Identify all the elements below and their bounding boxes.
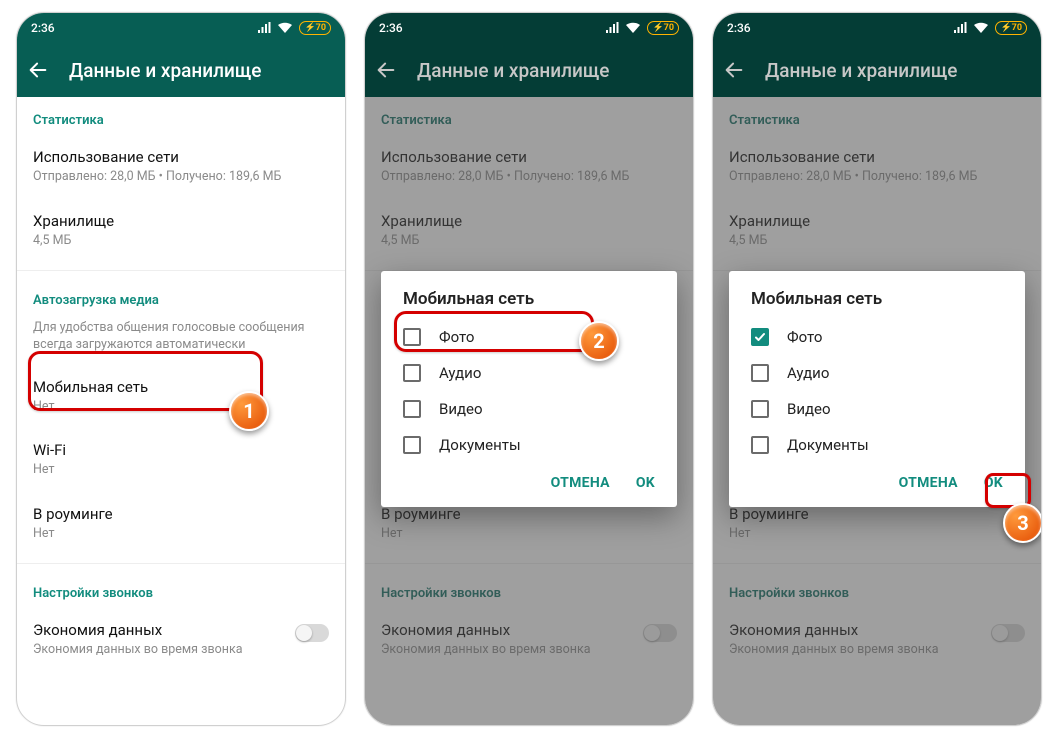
back-button[interactable] — [375, 59, 397, 81]
back-button[interactable] — [723, 59, 745, 81]
dialog-mobile-network: Мобильная сеть Фото Аудио Видео Документ… — [729, 271, 1025, 507]
divider — [17, 270, 345, 271]
checkbox-docs[interactable] — [751, 436, 769, 454]
checkbox-docs[interactable] — [403, 436, 421, 454]
item-data-saver[interactable]: Экономия данных Экономия данных во время… — [17, 609, 345, 671]
data-saver-sub: Экономия данных во время звонка — [33, 642, 243, 657]
signal-icon — [953, 22, 967, 34]
dialog-ok-button[interactable]: OK — [636, 475, 655, 491]
app-bar: Данные и хранилище — [713, 43, 1041, 97]
screen-3: 2:36 ⚡70 Данные и хранилище Статистика И… — [712, 12, 1042, 726]
dialog-mobile-network: Мобильная сеть Фото Аудио Видео Документ… — [381, 271, 677, 507]
data-saver-toggle[interactable] — [295, 624, 329, 642]
mobile-title: Мобильная сеть — [33, 378, 329, 396]
option-audio[interactable]: Аудио — [729, 355, 1025, 391]
step-badge-1: 1 — [229, 391, 269, 431]
dialog-title: Мобильная сеть — [729, 289, 1025, 319]
autoload-note: Для удобства общения голосовые сообщения… — [17, 316, 345, 366]
status-time: 2:36 — [31, 21, 55, 35]
status-time: 2:36 — [379, 21, 403, 35]
option-docs[interactable]: Документы — [729, 427, 1025, 463]
option-photo-label: Фото — [787, 328, 822, 346]
page-title: Данные и хранилище — [69, 59, 262, 82]
page-title: Данные и хранилище — [417, 59, 610, 82]
checkbox-video[interactable] — [403, 400, 421, 418]
page-title: Данные и хранилище — [765, 59, 958, 82]
roaming-sub: Нет — [33, 526, 329, 543]
dialog-cancel-button[interactable]: ОТМЕНА — [899, 475, 958, 491]
status-bar: 2:36 ⚡70 — [713, 13, 1041, 43]
data-saver-title: Экономия данных — [33, 621, 243, 639]
screen-2: 2:36 ⚡70 Данные и хранилище Статистика И… — [364, 12, 694, 726]
status-time: 2:36 — [727, 21, 751, 35]
wifi-icon — [277, 22, 293, 34]
status-bar: 2:36 ⚡70 — [17, 13, 345, 43]
signal-icon — [257, 22, 271, 34]
option-video-label: Видео — [787, 400, 831, 418]
section-calls: Настройки звонков — [17, 570, 345, 609]
battery-icon: ⚡70 — [995, 21, 1027, 35]
option-audio-label: Аудио — [787, 364, 829, 382]
option-docs-label: Документы — [439, 436, 521, 454]
wifi-sub: Нет — [33, 462, 329, 479]
dialog-ok-button[interactable]: OK — [984, 475, 1003, 491]
option-docs[interactable]: Документы — [381, 427, 677, 463]
option-video[interactable]: Видео — [729, 391, 1025, 427]
option-video-label: Видео — [439, 400, 483, 418]
checkbox-photo-checked[interactable] — [751, 328, 769, 346]
item-roaming[interactable]: В роуминге Нет — [17, 493, 345, 557]
signal-icon — [605, 22, 619, 34]
option-audio-label: Аудио — [439, 364, 481, 382]
checkbox-audio[interactable] — [403, 364, 421, 382]
wifi-title: Wi-Fi — [33, 441, 329, 459]
screen-1: 2:36 ⚡70 Данные и хранилище Статистика И… — [16, 12, 346, 726]
network-usage-sub: Отправлено: 28,0 МБ • Получено: 189,6 МБ — [33, 169, 329, 186]
divider — [17, 563, 345, 564]
item-mobile-network[interactable]: Мобильная сеть Нет — [17, 366, 345, 430]
checkbox-audio[interactable] — [751, 364, 769, 382]
step-badge-2: 2 — [579, 321, 619, 361]
mobile-sub: Нет — [33, 399, 329, 416]
option-video[interactable]: Видео — [381, 391, 677, 427]
settings-content: Статистика Использование сети Отправлено… — [17, 97, 345, 725]
item-wifi[interactable]: Wi-Fi Нет — [17, 429, 345, 493]
item-storage[interactable]: Хранилище 4,5 МБ — [17, 200, 345, 264]
checkbox-video[interactable] — [751, 400, 769, 418]
app-bar: Данные и хранилище — [17, 43, 345, 97]
step-badge-3: 3 — [1003, 503, 1042, 543]
option-audio[interactable]: Аудио — [381, 355, 677, 391]
option-docs-label: Документы — [787, 436, 869, 454]
battery-icon: ⚡70 — [299, 21, 331, 35]
status-bar: 2:36 ⚡70 — [365, 13, 693, 43]
section-statistics: Статистика — [17, 97, 345, 136]
storage-title: Хранилище — [33, 212, 329, 230]
wifi-icon — [973, 22, 989, 34]
dialog-title: Мобильная сеть — [381, 289, 677, 319]
option-photo[interactable]: Фото — [729, 319, 1025, 355]
battery-icon: ⚡70 — [647, 21, 679, 35]
checkbox-photo[interactable] — [403, 328, 421, 346]
wifi-icon — [625, 22, 641, 34]
roaming-title: В роуминге — [33, 505, 329, 523]
section-autoload: Автозагрузка медиа — [17, 277, 345, 316]
network-usage-title: Использование сети — [33, 148, 329, 166]
option-photo[interactable]: Фото — [381, 319, 677, 355]
storage-sub: 4,5 МБ — [33, 233, 329, 250]
item-network-usage[interactable]: Использование сети Отправлено: 28,0 МБ •… — [17, 136, 345, 200]
back-button[interactable] — [27, 59, 49, 81]
option-photo-label: Фото — [439, 328, 474, 346]
app-bar: Данные и хранилище — [365, 43, 693, 97]
dialog-cancel-button[interactable]: ОТМЕНА — [551, 475, 610, 491]
